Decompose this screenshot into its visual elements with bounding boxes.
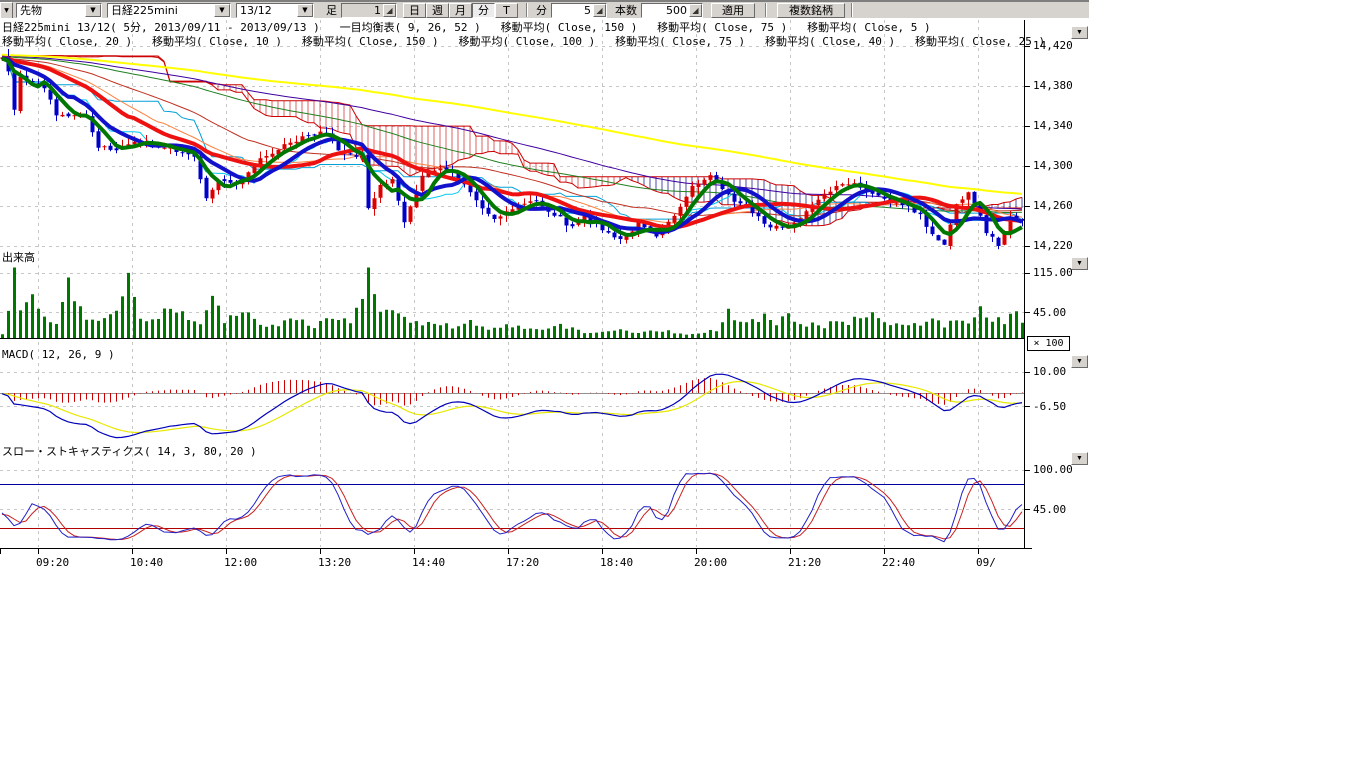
application-window: ▼ 先物 ▼ 日経225mini ▼ 13/12 ▼ 足 1 ◢ 日 週 月 分… — [0, 0, 1366, 768]
multi-symbol-button[interactable]: 複数銘柄 — [777, 3, 845, 18]
chevron-down-icon: ▼ — [1076, 260, 1083, 267]
stoch-axis-label: 100.00 — [1033, 463, 1073, 476]
macd-panel-label: MACD( 12, 26, 9 ) — [2, 348, 115, 361]
stoch-panel-collapse-button[interactable]: ▼ — [1071, 452, 1088, 465]
price-axis-label: 14,300 — [1033, 159, 1073, 172]
stochastics-panel-label: スロー・ストキャスティクス( 14, 3, 80, 20 ) — [2, 443, 257, 459]
time-axis-label: 09:20 — [36, 556, 69, 569]
bar-unit-stepper[interactable]: 1 ◢ — [341, 3, 397, 18]
apply-button[interactable]: 適用 — [711, 3, 755, 18]
period-month-button[interactable]: 月 — [449, 3, 472, 18]
bar-unit-value: 1 — [342, 4, 383, 17]
toolbar-separator — [765, 3, 767, 17]
left-combo-stub[interactable]: ▼ — [0, 2, 13, 19]
price-chart-canvas[interactable] — [0, 18, 1090, 603]
macd-axis-label: -6.50 — [1033, 400, 1066, 413]
stoch-axis-label: 45.00 — [1033, 503, 1066, 516]
bar-count-stepper[interactable]: 500 ◢ — [641, 3, 703, 18]
period-minute-button[interactable]: 分 — [472, 3, 495, 18]
volume-panel-label: 出来高 — [2, 249, 35, 265]
toolbar: ▼ 先物 ▼ 日経225mini ▼ 13/12 ▼ 足 1 ◢ 日 週 月 分… — [0, 0, 1089, 18]
price-axis-label: 14,340 — [1033, 119, 1073, 132]
time-axis-label: 09/ — [976, 556, 996, 569]
market-combo[interactable]: 先物 ▼ — [16, 3, 102, 18]
price-axis-label: 14,220 — [1033, 239, 1073, 252]
time-axis-label: 13:20 — [318, 556, 351, 569]
volume-axis-label: 45.00 — [1033, 306, 1066, 319]
period-week-button[interactable]: 週 — [426, 3, 449, 18]
minute-label: 分 — [536, 2, 547, 18]
chevron-down-icon[interactable]: ▼ — [85, 4, 101, 17]
chevron-down-icon: ▼ — [1076, 29, 1083, 36]
macd-panel-collapse-button[interactable]: ▼ — [1071, 355, 1088, 368]
minute-stepper[interactable]: 5 ◢ — [551, 3, 607, 18]
volume-axis-label: 115.00 — [1033, 266, 1073, 279]
time-axis-label: 21:20 — [788, 556, 821, 569]
price-axis-label: 14,420 — [1033, 39, 1073, 52]
chart-area: 日経225mini 13/12( 5分, 2013/09/11 - 2013/0… — [0, 18, 1100, 618]
market-combo-value: 先物 — [17, 4, 85, 17]
volume-panel-collapse-button[interactable]: ▼ — [1071, 257, 1088, 270]
time-axis-label: 22:40 — [882, 556, 915, 569]
symbol-combo-value: 日経225mini — [108, 4, 214, 17]
period-day-button[interactable]: 日 — [403, 3, 426, 18]
price-panel-collapse-button[interactable]: ▼ — [1071, 26, 1088, 39]
spinner-icon[interactable]: ◢ — [689, 4, 702, 17]
time-axis-label: 18:40 — [600, 556, 633, 569]
toolbar-separator — [851, 3, 853, 17]
chevron-down-icon: ▼ — [1076, 358, 1083, 365]
macd-axis-label: 10.00 — [1033, 365, 1066, 378]
chevron-down-icon[interactable]: ▼ — [214, 4, 230, 17]
time-axis-label: 14:40 — [412, 556, 445, 569]
period-tick-button[interactable]: T — [495, 3, 518, 18]
chart-legend-row2: 移動平均( Close, 20 ) 移動平均( Close, 10 ) 移動平均… — [2, 35, 1045, 48]
time-axis-label: 17:20 — [506, 556, 539, 569]
price-axis-label: 14,380 — [1033, 79, 1073, 92]
chevron-down-icon[interactable]: ▼ — [297, 4, 313, 17]
chevron-down-icon: ▼ — [4, 7, 9, 14]
time-axis-label: 10:40 — [130, 556, 163, 569]
symbol-combo[interactable]: 日経225mini ▼ — [107, 3, 231, 18]
time-axis-label: 20:00 — [694, 556, 727, 569]
time-axis-label: 12:00 — [224, 556, 257, 569]
contract-combo[interactable]: 13/12 ▼ — [236, 3, 314, 18]
price-axis-label: 14,260 — [1033, 199, 1073, 212]
chevron-down-icon: ▼ — [1076, 455, 1083, 462]
contract-combo-value: 13/12 — [237, 4, 297, 17]
bar-type-label: 足 — [326, 2, 337, 18]
volume-multiplier-badge: × 100 — [1027, 336, 1070, 351]
bar-count-value: 500 — [642, 4, 689, 17]
spinner-icon[interactable]: ◢ — [593, 4, 606, 17]
spinner-icon[interactable]: ◢ — [383, 4, 396, 17]
toolbar-separator — [526, 3, 528, 17]
bar-count-label: 本数 — [615, 2, 637, 18]
minute-value: 5 — [552, 4, 593, 17]
chart-legend-row1: 日経225mini 13/12( 5分, 2013/09/11 - 2013/0… — [2, 21, 931, 34]
